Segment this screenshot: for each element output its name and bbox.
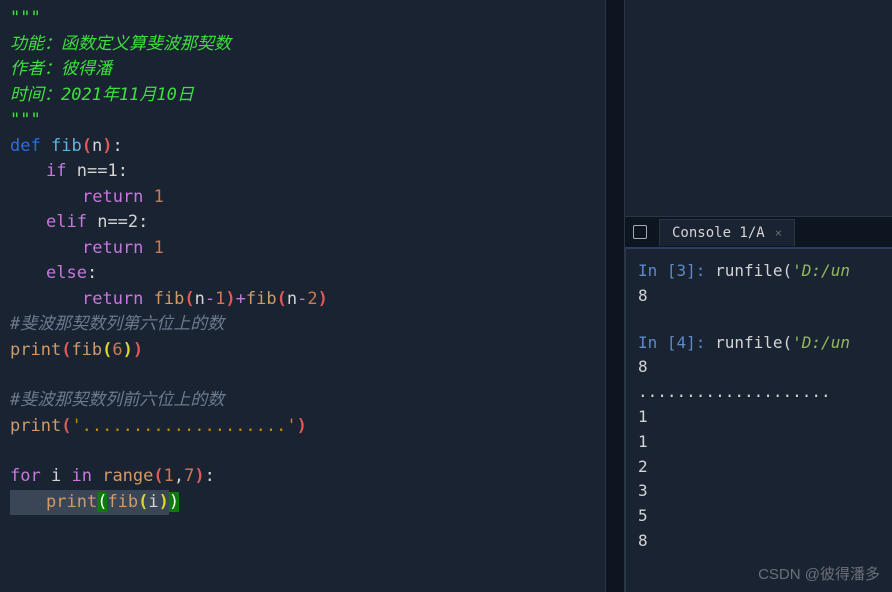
console-output[interactable]: In [3]: runfile('D:/un 8 In [4]: runfile… bbox=[625, 249, 892, 592]
else-line: else: bbox=[10, 261, 595, 287]
console-out-dots: .................... bbox=[638, 382, 831, 401]
console-out-seq: 8 bbox=[638, 531, 648, 550]
console-in4: In [4]: runfile('D:/un bbox=[638, 331, 880, 356]
console-out-seq: 5 bbox=[638, 506, 648, 525]
return-recursive: return fib(n-1)+fib(n-2) bbox=[10, 287, 595, 313]
return-1: return 1 bbox=[10, 185, 595, 211]
code-editor[interactable]: """ 功能：函数定义算斐波那契数 作者：彼得潘 时间：2021年11月10日 … bbox=[0, 0, 605, 592]
print-fib6: print(fib(6)) bbox=[10, 338, 595, 364]
console-out-seq: 3 bbox=[638, 481, 648, 500]
docstring-open: """ bbox=[10, 8, 41, 28]
console-out-seq: 1 bbox=[638, 407, 648, 426]
def-line: def fib(n): bbox=[10, 134, 595, 160]
console-out-seq: 2 bbox=[638, 457, 648, 476]
docstring-line3: 时间：2021年11月10日 bbox=[10, 85, 194, 105]
docstring-line2: 作者：彼得潘 bbox=[10, 59, 112, 79]
docstring-close: """ bbox=[10, 110, 41, 130]
pane-divider[interactable] bbox=[605, 0, 625, 592]
if-line: if n==1: bbox=[10, 159, 595, 185]
console-in3: In [3]: runfile('D:/un bbox=[638, 259, 880, 284]
docstring-line1: 功能：函数定义算斐波那契数 bbox=[10, 34, 231, 54]
comment-2: #斐波那契数列前六位上的数 bbox=[10, 390, 224, 410]
print-dots: print('....................') bbox=[10, 414, 595, 440]
console-out-seq: 1 bbox=[638, 432, 648, 451]
console-tab-bar: Console 1/A × bbox=[625, 217, 892, 249]
close-icon[interactable]: × bbox=[775, 226, 782, 240]
for-line: for i in range(1,7): bbox=[10, 464, 595, 490]
window-icon[interactable] bbox=[633, 225, 647, 239]
tab-console-1a[interactable]: Console 1/A × bbox=[659, 219, 795, 246]
top-right-area bbox=[625, 0, 892, 217]
tab-label: Console 1/A bbox=[672, 225, 765, 241]
console-out3: 8 bbox=[638, 286, 648, 305]
console-out-8: 8 bbox=[638, 357, 648, 376]
print-fib-i: print(fib(i)) bbox=[10, 490, 595, 516]
watermark: CSDN @彼得潘多 bbox=[758, 563, 880, 584]
elif-line: elif n==2: bbox=[10, 210, 595, 236]
comment-1: #斐波那契数列第六位上的数 bbox=[10, 314, 224, 334]
console-pane: Console 1/A × In [3]: runfile('D:/un 8 I… bbox=[625, 0, 892, 592]
return-2: return 1 bbox=[10, 236, 595, 262]
